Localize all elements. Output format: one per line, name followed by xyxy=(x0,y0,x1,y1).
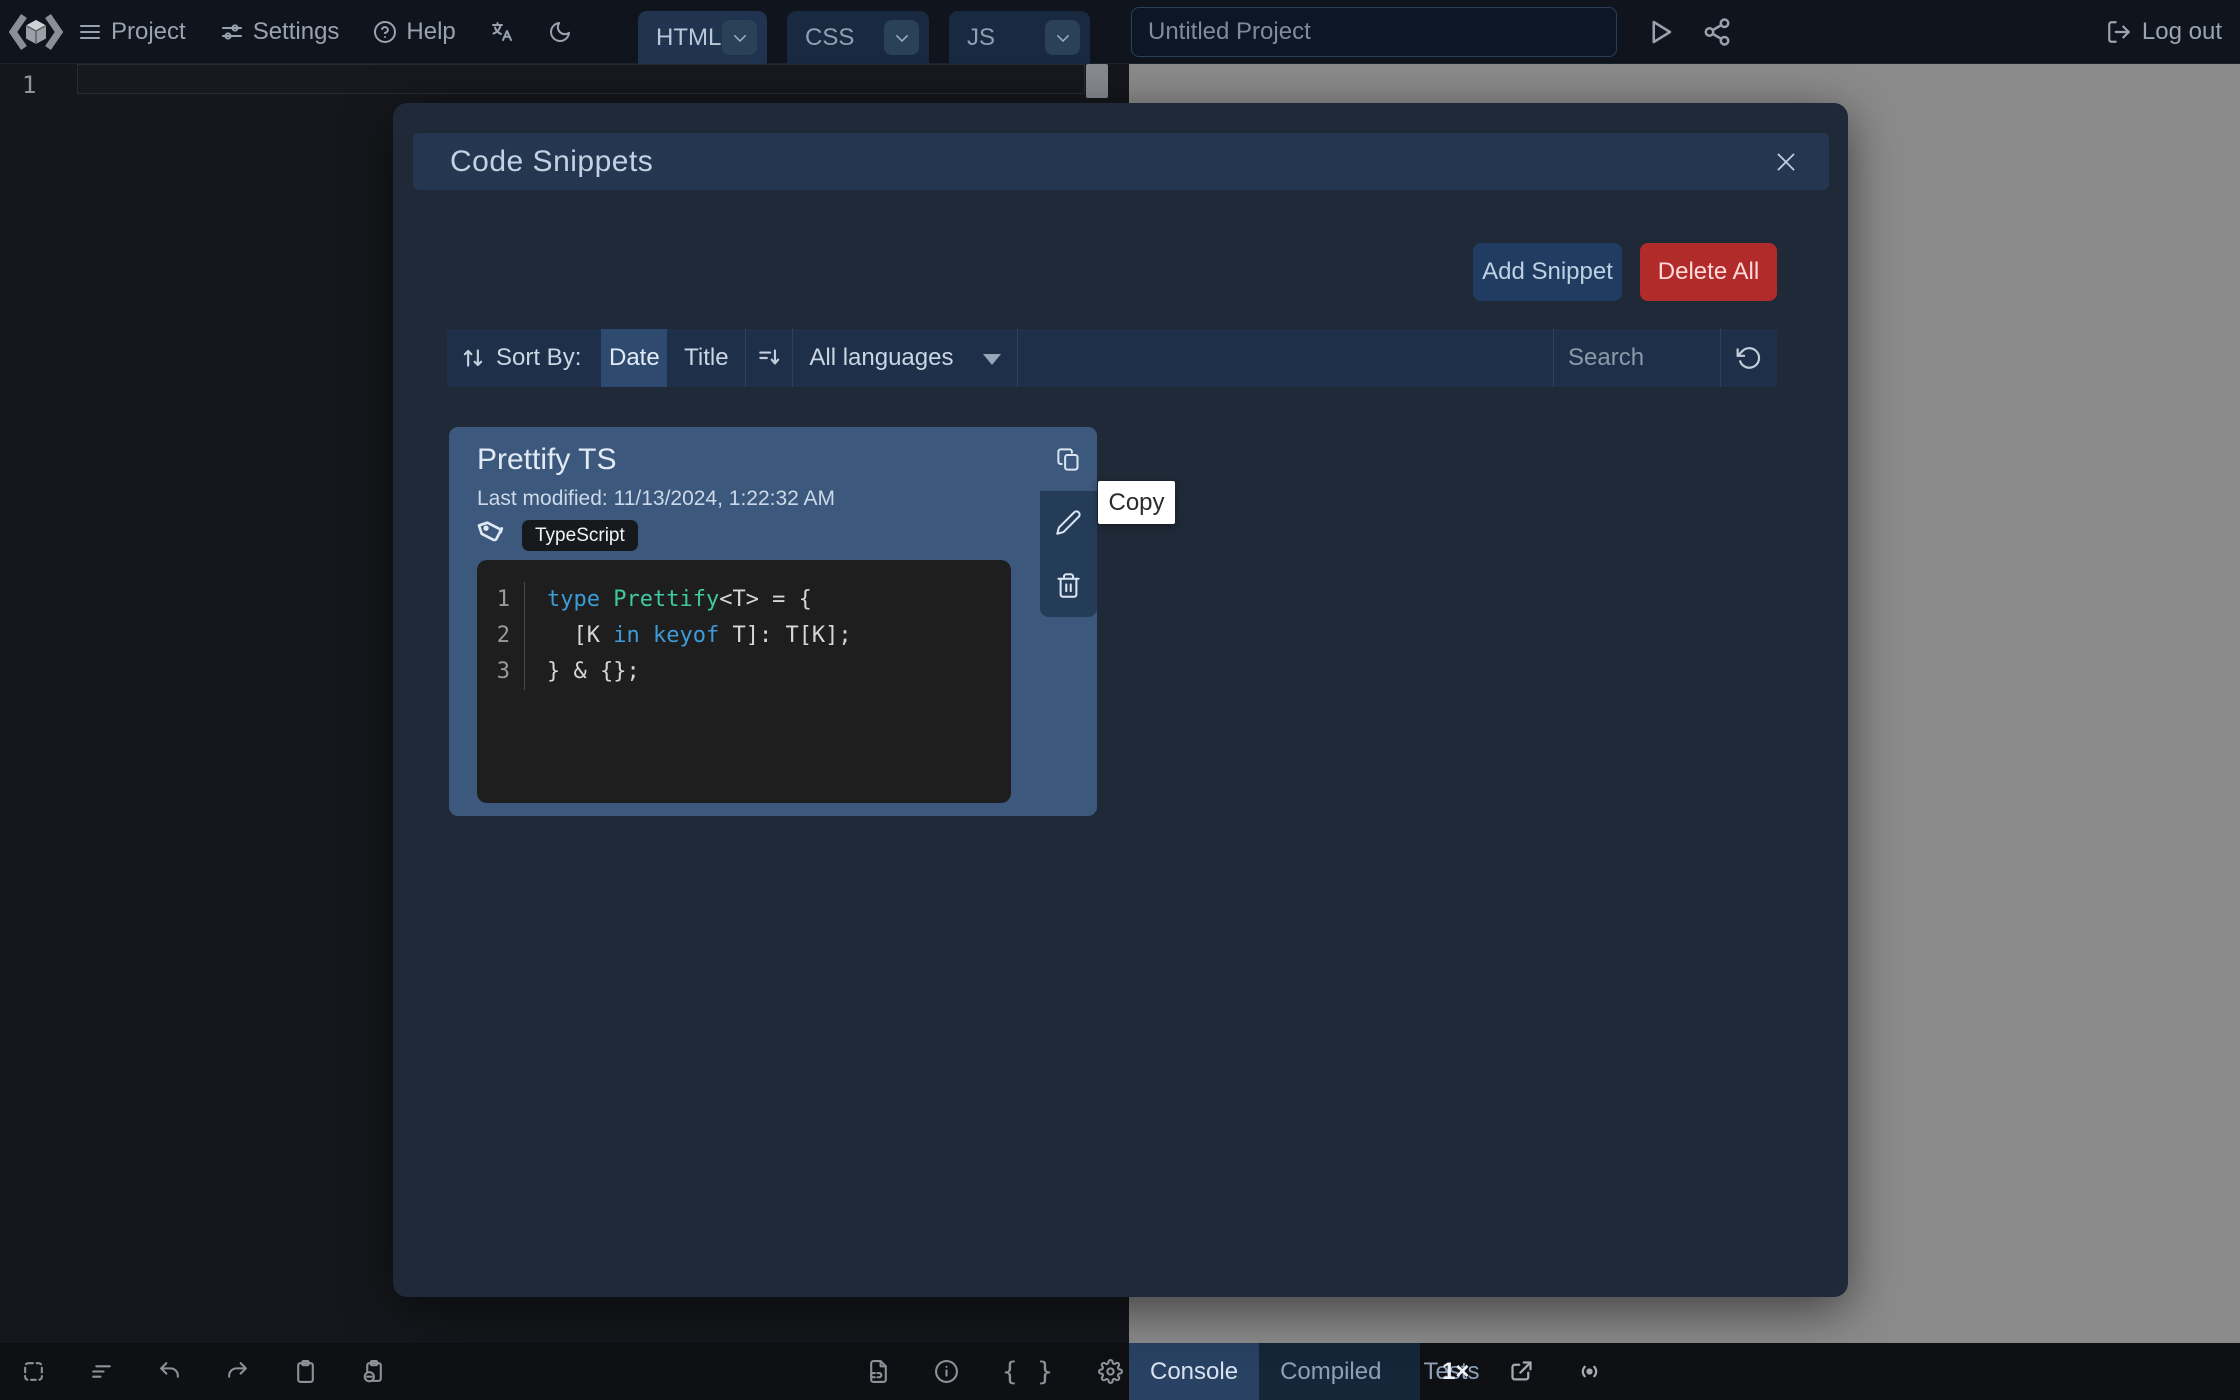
clipboard-icon[interactable] xyxy=(293,1359,318,1384)
settings-menu-label: Settings xyxy=(253,18,340,46)
braces-icon[interactable]: { } xyxy=(1002,1357,1055,1387)
run-button[interactable] xyxy=(1645,17,1675,47)
html-options-button[interactable] xyxy=(722,20,757,55)
snippet-title: Prettify TS xyxy=(477,443,616,477)
share-icon xyxy=(1702,17,1732,47)
theme-moon-icon[interactable] xyxy=(548,20,572,44)
trash-icon xyxy=(1055,572,1082,599)
close-icon xyxy=(1773,149,1799,175)
help-menu-label: Help xyxy=(406,18,455,46)
delete-all-button[interactable]: Delete All xyxy=(1640,243,1777,301)
logout-icon xyxy=(2106,19,2132,45)
sort-arrows-icon xyxy=(460,345,486,371)
language-filter-dropdown[interactable]: All languages xyxy=(793,344,1017,372)
code-snippets-modal: Code Snippets Add Snippet Delete All Sor… xyxy=(393,103,1848,1297)
modal-close-button[interactable] xyxy=(1773,147,1803,177)
js-options-button[interactable] xyxy=(1045,20,1080,55)
tags-icon xyxy=(476,515,508,547)
tab-css[interactable]: CSS xyxy=(787,11,929,64)
snippet-last-modified: Last modified: 11/13/2024, 1:22:32 AM xyxy=(477,487,835,511)
project-menu[interactable]: Project xyxy=(78,18,186,46)
edit-snippet-button[interactable] xyxy=(1040,491,1097,554)
tab-html-label: HTML xyxy=(656,24,721,52)
snippet-filter-bar: Sort By: Date Title All languages xyxy=(447,329,1777,387)
editor-scrollbar[interactable] xyxy=(1086,64,1108,98)
translate-icon[interactable] xyxy=(490,20,514,44)
code-line: 3} & {}; xyxy=(477,654,1011,690)
modal-title: Code Snippets xyxy=(450,145,653,179)
refresh-button[interactable] xyxy=(1721,329,1777,387)
code-line: 2 [K in keyof T]: T[K]; xyxy=(477,618,1011,654)
chevron-down-icon xyxy=(1054,29,1072,47)
modal-header: Code Snippets xyxy=(413,133,1829,190)
chevron-down-icon xyxy=(731,29,749,47)
sliders-icon xyxy=(220,20,244,44)
output-panel-tabs: Console Compiled Tests xyxy=(1129,1343,1420,1400)
sort-descending-icon xyxy=(756,345,782,371)
sort-option-title[interactable]: Title xyxy=(667,329,745,387)
language-tag-badge: TypeScript xyxy=(522,520,638,551)
sort-direction-button[interactable] xyxy=(746,329,792,387)
project-name-input[interactable] xyxy=(1131,7,1617,57)
tab-compiled-label: Compiled xyxy=(1280,1358,1381,1386)
project-menu-label: Project xyxy=(111,18,186,46)
sort-option-date[interactable]: Date xyxy=(601,329,667,387)
css-options-button[interactable] xyxy=(884,20,919,55)
editor-toolbar xyxy=(21,1343,386,1400)
redo-icon[interactable] xyxy=(225,1359,250,1384)
help-menu[interactable]: Help xyxy=(373,18,455,46)
file-link-icon[interactable] xyxy=(866,1359,891,1384)
chevron-down-icon xyxy=(893,29,911,47)
editor-tools: { } xyxy=(866,1343,1123,1400)
copy-icon xyxy=(1055,446,1082,473)
code-line: 1type Prettify<T> = { xyxy=(477,582,1011,618)
snippet-card: Prettify TS Last modified: 11/13/2024, 1… xyxy=(449,427,1097,816)
tab-console[interactable]: Console xyxy=(1129,1343,1259,1400)
main-nav: Project Settings Help xyxy=(78,0,572,64)
snippet-search-input[interactable] xyxy=(1554,330,1720,386)
editor-line-number: 1 xyxy=(22,71,36,99)
tab-js[interactable]: JS xyxy=(949,11,1090,64)
tab-js-label: JS xyxy=(967,24,995,52)
menu-icon xyxy=(78,20,102,44)
pencil-icon xyxy=(1055,509,1082,536)
share-button[interactable] xyxy=(1702,17,1732,47)
tab-console-label: Console xyxy=(1150,1358,1238,1386)
tab-html[interactable]: HTML xyxy=(638,11,767,64)
play-icon xyxy=(1645,17,1675,47)
settings-menu[interactable]: Settings xyxy=(220,18,340,46)
snippet-action-strip xyxy=(1040,427,1097,617)
copy-snippet-button[interactable] xyxy=(1040,427,1097,491)
logout-button[interactable]: Log out xyxy=(2106,0,2222,64)
top-bar: Project Settings Help HTML CSS xyxy=(0,0,2240,64)
align-lines-icon[interactable] xyxy=(89,1359,114,1384)
app-root: Project Settings Help HTML CSS xyxy=(0,0,2240,1400)
tab-compiled[interactable]: Compiled xyxy=(1259,1343,1402,1400)
undo-icon[interactable] xyxy=(157,1359,182,1384)
editor-language-tabs: HTML CSS JS xyxy=(638,11,1090,64)
tab-css-label: CSS xyxy=(805,24,854,52)
copy-tooltip: Copy xyxy=(1098,481,1175,524)
sort-by-label: Sort By: xyxy=(496,344,581,372)
snippet-code-block: 1type Prettify<T> = {2 [K in keyof T]: T… xyxy=(477,560,1011,803)
language-filter-label: All languages xyxy=(809,344,953,372)
broadcast-icon[interactable] xyxy=(1576,1358,1603,1385)
add-snippet-button[interactable]: Add Snippet xyxy=(1473,243,1622,301)
delete-snippet-button[interactable] xyxy=(1040,554,1097,617)
speed-toggle[interactable]: 1× xyxy=(1442,1343,1469,1400)
editor-active-line[interactable] xyxy=(77,64,1085,94)
info-icon[interactable] xyxy=(934,1359,959,1384)
app-logo-icon xyxy=(8,12,64,52)
status-bar: { } Console Compiled Tests 1× xyxy=(0,1343,2240,1400)
refresh-icon xyxy=(1736,345,1762,371)
divider xyxy=(1017,329,1018,387)
open-preview-icon[interactable] xyxy=(1508,1358,1535,1385)
help-circle-icon xyxy=(373,20,397,44)
gear-icon[interactable] xyxy=(1098,1359,1123,1384)
clipboard-remove-icon[interactable] xyxy=(361,1359,386,1384)
caret-down-icon xyxy=(983,354,1001,365)
logout-label: Log out xyxy=(2142,18,2222,46)
selection-box-icon[interactable] xyxy=(21,1359,46,1384)
